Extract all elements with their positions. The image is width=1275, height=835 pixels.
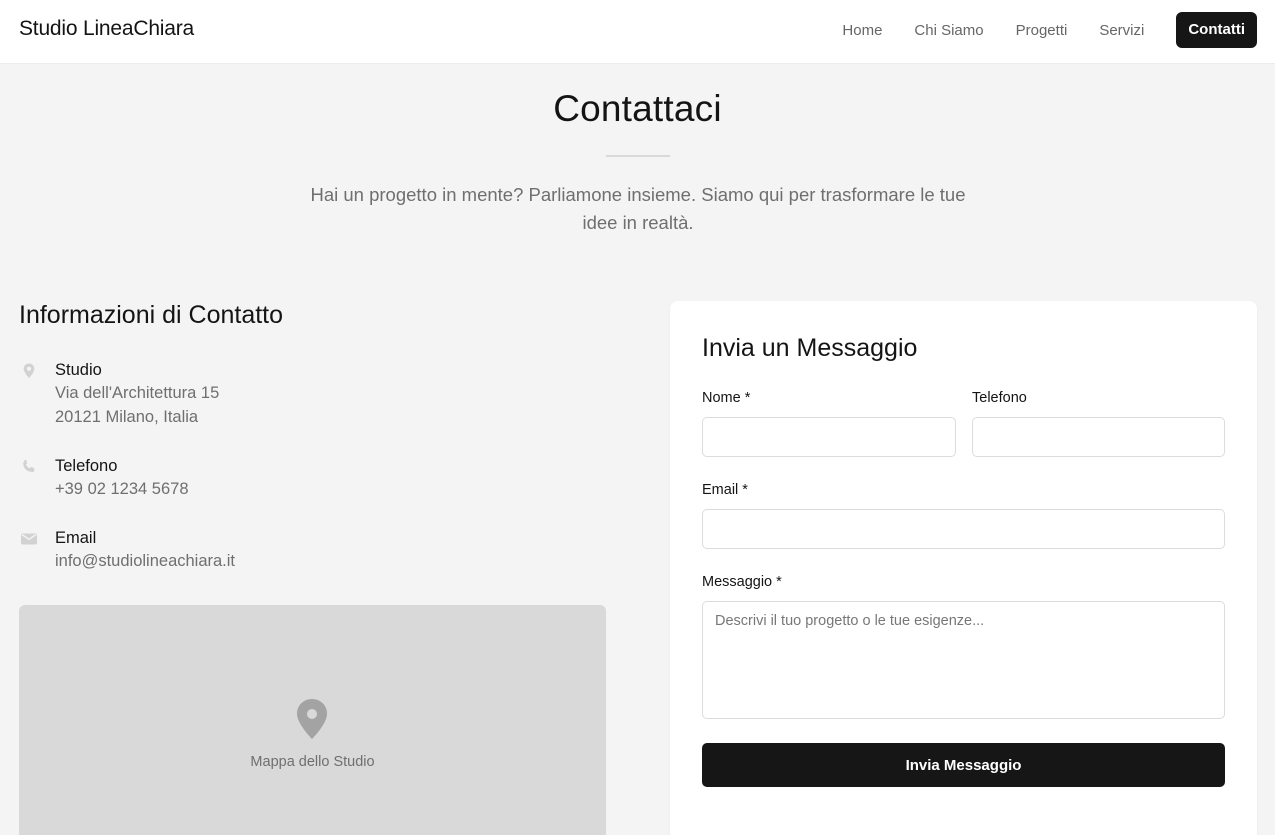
messaggio-textarea[interactable] — [702, 601, 1225, 719]
contact-item-email: Email info@studiolineachiara.it — [19, 529, 319, 575]
page-subtitle: Hai un progetto in mente? Parliamone ins… — [310, 184, 966, 233]
brand-logo[interactable]: Studio LineaChiara — [19, 17, 194, 41]
nome-label: Nome * — [702, 390, 751, 406]
location-pin-icon — [19, 361, 39, 381]
contact-item-studio: Studio Via dell'Architettura 15 20121 Mi… — [19, 361, 319, 431]
email-label: Email — [55, 529, 97, 547]
phone-label: Telefono — [55, 457, 118, 475]
map-pin-icon — [294, 697, 330, 741]
email-address[interactable]: info@studiolineachiara.it — [55, 552, 235, 571]
nav-link-servizi[interactable]: Servizi — [1099, 22, 1144, 39]
top-navbar: Studio LineaChiara Home Chi Siamo Proget… — [0, 0, 1275, 64]
nav-links: Home Chi Siamo Progetti Servizi Contatti — [842, 12, 1257, 48]
phone-icon — [19, 457, 39, 477]
telefono-input[interactable] — [972, 417, 1225, 457]
nome-input[interactable] — [702, 417, 956, 457]
studio-address-line1: Via dell'Architettura 15 — [55, 384, 220, 402]
email-input[interactable] — [702, 509, 1225, 549]
phone-number[interactable]: +39 02 1234 5678 — [55, 480, 189, 499]
map-caption: Mappa dello Studio — [250, 754, 375, 770]
title-divider — [606, 155, 670, 157]
contact-form-card: Invia un Messaggio Nome * Telefono Email… — [670, 301, 1257, 835]
telefono-label: Telefono — [972, 390, 1027, 406]
studio-label: Studio — [55, 361, 102, 379]
contact-info-title: Informazioni di Contatto — [19, 301, 284, 329]
nav-link-contatti[interactable]: Contatti — [1176, 12, 1257, 48]
contact-item-phone: Telefono +39 02 1234 5678 — [19, 457, 319, 503]
studio-map[interactable]: Mappa dello Studio — [19, 605, 606, 835]
nav-link-chi-siamo[interactable]: Chi Siamo — [914, 22, 983, 39]
send-message-button[interactable]: Invia Messaggio — [702, 743, 1225, 787]
form-title: Invia un Messaggio — [702, 334, 918, 362]
studio-address-line2: 20121 Milano, Italia — [55, 408, 199, 426]
page-title: Contattaci — [553, 88, 722, 129]
nav-link-home[interactable]: Home — [842, 22, 882, 39]
mail-icon — [19, 529, 39, 549]
email-field-label: Email * — [702, 482, 748, 498]
messaggio-label: Messaggio * — [702, 574, 782, 590]
nav-link-progetti[interactable]: Progetti — [1016, 22, 1068, 39]
